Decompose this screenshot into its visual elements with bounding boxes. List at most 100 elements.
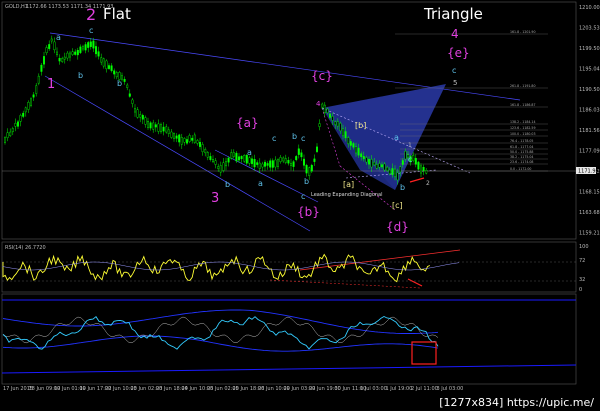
candle-body <box>48 44 51 49</box>
rsi-support-line <box>269 279 421 289</box>
price-tick: 1203.53 <box>579 26 600 32</box>
channel-lines <box>44 32 521 232</box>
candle-body <box>115 72 118 78</box>
time-tick: 2 Jul 11:00 <box>411 386 438 392</box>
candle-body <box>107 65 110 69</box>
candle-body <box>27 102 30 110</box>
candle-body <box>300 152 303 158</box>
wave-label: 2 <box>426 180 430 187</box>
price-tick: 1159.21 <box>579 231 600 237</box>
candle-body <box>370 159 373 168</box>
candle-body <box>102 58 105 67</box>
trading-chart[interactable]: GOLD,H1 1172.66 1173.53 1171.34 1171.93 … <box>0 0 600 411</box>
ohlc-info: 1172.66 1173.53 1171.34 1171.93 <box>26 4 113 10</box>
candle-body <box>399 166 402 173</box>
candle-body <box>9 131 12 136</box>
candle-body <box>50 38 53 42</box>
candle-body <box>11 128 14 133</box>
candle-body <box>355 146 358 154</box>
candle-body <box>256 162 259 165</box>
candle-body <box>284 158 287 163</box>
candle-body <box>157 123 160 132</box>
candle-body <box>287 160 290 164</box>
candle-body <box>305 165 308 174</box>
candle-body <box>66 52 69 59</box>
fib-label: 100.0 - 1180.03 <box>510 132 535 136</box>
wave-label: b <box>117 79 122 88</box>
candle-body <box>290 162 293 166</box>
candle-body <box>3 137 6 143</box>
candle-body <box>152 122 155 130</box>
candle-body <box>230 152 233 159</box>
candle-body <box>14 123 17 127</box>
candle-body <box>237 156 240 161</box>
candle-body <box>266 163 269 166</box>
candle-body <box>381 164 384 168</box>
candle-body <box>375 164 378 169</box>
wave-label: b <box>400 183 405 192</box>
wave-label: b <box>292 132 297 141</box>
candle-body <box>113 70 116 75</box>
fib-label: 0.0 - 1172.00 <box>510 167 531 171</box>
price-tick: 1181.56 <box>579 128 600 134</box>
candle-body <box>219 165 222 173</box>
wave-label: b <box>78 71 83 80</box>
price-tick: 1163.68 <box>579 210 600 216</box>
candle-body <box>149 122 152 129</box>
candle-body <box>295 156 298 161</box>
fib-label: 138.2 - 1184.14 <box>510 120 535 124</box>
watermark: [1277x834] https://upic.me/ <box>439 396 594 409</box>
wave-label: 1 <box>408 142 412 149</box>
candle-body <box>347 137 350 144</box>
time-tick: 3 Jul 03:00 <box>437 386 464 392</box>
candle-body <box>261 163 264 168</box>
wave-label: {a} <box>236 116 259 130</box>
candle-body <box>326 108 329 113</box>
candle-body <box>30 98 33 106</box>
candle-body <box>198 141 201 147</box>
candle-body <box>383 163 386 171</box>
candle-body <box>412 155 415 162</box>
candle-body <box>159 124 162 133</box>
candle-body <box>404 151 407 160</box>
candle-body <box>133 108 136 113</box>
wave-label: c <box>408 155 412 164</box>
red-arrow-price <box>409 177 425 183</box>
candle-body <box>279 157 282 162</box>
osc-blue-band-2 <box>2 335 439 352</box>
candle-body <box>193 134 196 143</box>
candle-body <box>45 47 48 54</box>
candle-body <box>172 133 175 139</box>
candle-body <box>308 167 311 176</box>
candle-body <box>401 160 404 165</box>
candle-body <box>329 113 332 118</box>
price-axis: 1210.00 1203.53 1199.50 1195.04 1190.50 1186.… <box>579 5 600 237</box>
time-tick: 1 Jul 19:00 <box>386 386 413 392</box>
candle-body <box>6 132 9 138</box>
candle-body <box>292 161 295 167</box>
candle-body <box>141 115 144 120</box>
candle-body <box>349 141 352 146</box>
fib-label: 38.2 - 1175.04 <box>510 155 533 159</box>
wave-label: b <box>225 180 230 189</box>
candle-body <box>422 167 425 171</box>
candle-body <box>144 117 147 125</box>
price-tick: 1195.04 <box>579 67 600 73</box>
candle-body <box>201 144 204 152</box>
candle-body <box>394 168 397 177</box>
candle-body <box>368 159 371 165</box>
candle-body <box>68 52 71 58</box>
wave-label: a <box>56 33 61 42</box>
rsi-line <box>2 253 430 283</box>
candle-body <box>162 126 165 132</box>
fib-label: 50.0 - 1175.88 <box>510 150 533 154</box>
candle-body <box>417 161 420 170</box>
candle-body <box>71 51 74 55</box>
candle-body <box>303 158 306 166</box>
candle-body <box>243 155 246 162</box>
candle-body <box>170 131 173 138</box>
wave-label: c <box>89 26 93 35</box>
candle-body <box>235 152 238 162</box>
wave-label: a <box>394 133 399 142</box>
current-price-label: 1171.93 <box>578 169 599 175</box>
